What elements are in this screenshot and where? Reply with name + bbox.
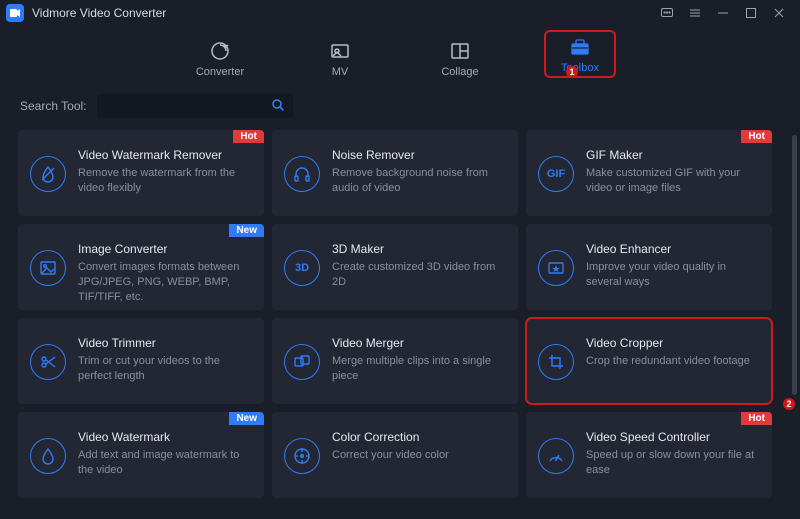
tool-title: Video Merger — [332, 336, 504, 350]
tool-watermark-remover[interactable]: Hot Video Watermark Remover Remove the w… — [18, 130, 264, 216]
sparkle-icon — [538, 250, 574, 286]
three-d-icon: 3D — [284, 250, 320, 286]
headphones-icon — [284, 156, 320, 192]
gif-icon: GIF — [538, 156, 574, 192]
window-controls — [660, 6, 794, 20]
tab-converter[interactable]: Converter — [184, 40, 256, 78]
palette-icon — [284, 438, 320, 474]
tool-video-trimmer[interactable]: Video Trimmer Trim or cut your videos to… — [18, 318, 264, 404]
tool-video-merger[interactable]: Video Merger Merge multiple clips into a… — [272, 318, 518, 404]
tool-desc: Correct your video color — [332, 448, 504, 463]
tool-desc: Make customized GIF with your video or i… — [586, 166, 758, 196]
hot-badge: Hot — [741, 130, 772, 143]
speed-icon — [538, 438, 574, 474]
tool-gif-maker[interactable]: Hot GIF GIF Maker Make customized GIF wi… — [526, 130, 772, 216]
tool-desc: Create customized 3D video from 2D — [332, 260, 504, 290]
tab-label: Collage — [441, 66, 478, 78]
tab-collage[interactable]: Collage — [424, 40, 496, 78]
new-badge: New — [229, 412, 264, 425]
new-badge: New — [229, 224, 264, 237]
scissors-icon — [30, 344, 66, 380]
tool-title: Noise Remover — [332, 148, 504, 162]
tool-video-enhancer[interactable]: Video Enhancer Improve your video qualit… — [526, 224, 772, 310]
tool-desc: Improve your video quality in several wa… — [586, 260, 758, 290]
tool-speed-controller[interactable]: Hot Video Speed Controller Speed up or s… — [526, 412, 772, 498]
hot-badge: Hot — [233, 130, 264, 143]
tool-desc: Speed up or slow down your file at ease — [586, 448, 758, 478]
tool-title: Video Watermark — [78, 430, 250, 444]
converter-icon — [209, 40, 231, 62]
tool-title: Image Converter — [78, 242, 250, 256]
title-bar: Vidmore Video Converter — [0, 0, 800, 26]
menu-icon[interactable] — [688, 6, 702, 20]
tool-desc: Remove background noise from audio of vi… — [332, 166, 504, 196]
minimize-icon[interactable] — [716, 6, 730, 20]
tools-grid: Hot Video Watermark Remover Remove the w… — [18, 130, 782, 498]
tool-title: Video Cropper — [586, 336, 758, 350]
merge-icon — [284, 344, 320, 380]
drop-icon — [30, 438, 66, 474]
app-title: Vidmore Video Converter — [32, 6, 166, 20]
main-tabs: Converter MV Collage Toolbox 1 — [0, 26, 800, 86]
tool-desc: Convert images formats between JPG/JPEG,… — [78, 260, 250, 305]
mv-icon — [329, 40, 351, 62]
feedback-icon[interactable] — [660, 6, 674, 20]
search-icon — [271, 98, 285, 115]
highlight-marker-2: 2 — [783, 398, 795, 410]
tab-mv[interactable]: MV — [304, 40, 376, 78]
search-input[interactable] — [97, 94, 293, 118]
collage-icon — [449, 40, 471, 62]
tools-viewport: Hot Video Watermark Remover Remove the w… — [18, 130, 782, 511]
tool-title: Video Trimmer — [78, 336, 250, 350]
tool-image-converter[interactable]: New Image Converter Convert images forma… — [18, 224, 264, 310]
toolbox-icon — [569, 36, 591, 58]
tab-toolbox[interactable]: Toolbox — [544, 30, 616, 78]
tool-3d-maker[interactable]: 3D 3D Maker Create customized 3D video f… — [272, 224, 518, 310]
tool-video-cropper[interactable]: Video Cropper Crop the redundant video f… — [526, 318, 772, 404]
tool-title: Video Watermark Remover — [78, 148, 250, 162]
tool-desc: Add text and image watermark to the vide… — [78, 448, 250, 478]
tool-title: GIF Maker — [586, 148, 758, 162]
tool-title: Video Speed Controller — [586, 430, 758, 444]
app-logo-icon — [6, 4, 24, 22]
highlight-marker-1: 1 — [566, 66, 578, 78]
tool-color-correction[interactable]: Color Correction Correct your video colo… — [272, 412, 518, 498]
tool-title: Color Correction — [332, 430, 504, 444]
tab-label: Converter — [196, 66, 244, 78]
tool-title: Video Enhancer — [586, 242, 758, 256]
tab-label: MV — [332, 66, 349, 78]
crop-icon — [538, 344, 574, 380]
hot-badge: Hot — [741, 412, 772, 425]
scrollbar[interactable] — [792, 135, 797, 395]
image-icon — [30, 250, 66, 286]
tool-desc: Merge multiple clips into a single piece — [332, 354, 504, 384]
tool-desc: Crop the redundant video footage — [586, 354, 758, 369]
search-row: Search Tool: — [0, 86, 800, 128]
tool-video-watermark[interactable]: New Video Watermark Add text and image w… — [18, 412, 264, 498]
search-label: Search Tool: — [20, 99, 87, 113]
tool-title: 3D Maker — [332, 242, 504, 256]
close-icon[interactable] — [772, 6, 786, 20]
tool-desc: Remove the watermark from the video flex… — [78, 166, 250, 196]
tool-noise-remover[interactable]: Noise Remover Remove background noise fr… — [272, 130, 518, 216]
maximize-icon[interactable] — [744, 6, 758, 20]
tool-desc: Trim or cut your videos to the perfect l… — [78, 354, 250, 384]
drop-slash-icon — [30, 156, 66, 192]
